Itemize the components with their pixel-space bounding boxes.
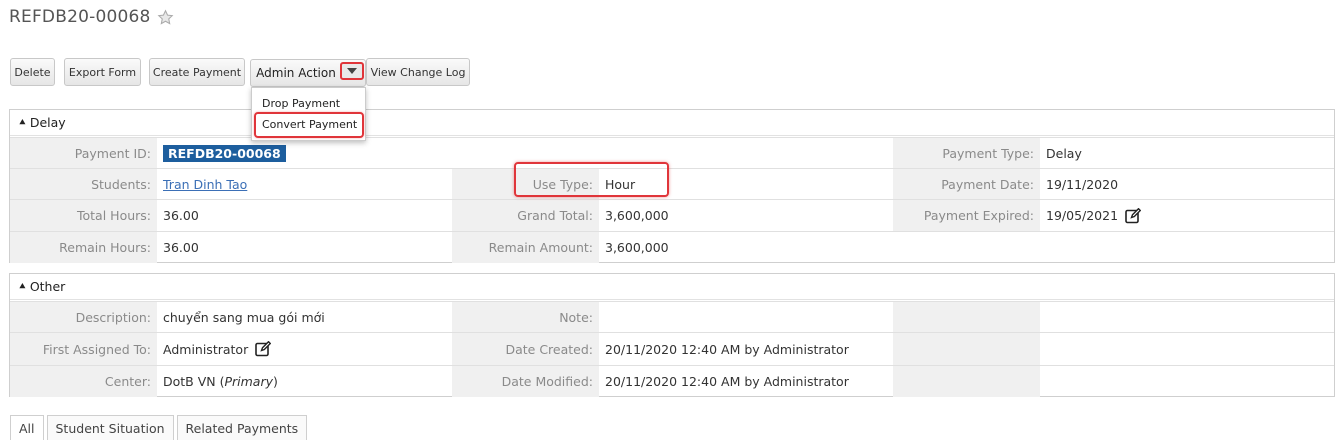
center-cell: DotB VN (Primary)	[163, 374, 278, 389]
empty-label-cell	[893, 333, 1040, 365]
admin-action-button-group: Admin Action	[250, 59, 366, 87]
empty-label-cell	[893, 366, 1040, 397]
grand-total-value: 3,600,000	[605, 208, 669, 223]
tab-all[interactable]: All	[10, 415, 44, 440]
empty-cell	[1040, 333, 1334, 365]
center-label: Center:	[10, 366, 157, 397]
payment-id-value: REFDB20-00068	[163, 144, 286, 162]
detail-row: Total Hours: 36.00 Grand Total: 3,600,00…	[10, 199, 1334, 231]
total-hours-label: Total Hours:	[10, 200, 157, 231]
edit-icon[interactable]	[1125, 207, 1142, 224]
admin-action-menu: Drop Payment Convert Payment	[251, 87, 366, 141]
star-icon[interactable]	[157, 9, 174, 26]
admin-action-button[interactable]: Admin Action	[251, 60, 341, 86]
empty-label-cell	[893, 302, 1040, 332]
create-payment-button[interactable]: Create Payment	[149, 58, 245, 86]
use-type-value: Hour	[605, 176, 636, 192]
empty-cell	[1040, 302, 1334, 332]
view-change-log-button[interactable]: View Change Log	[366, 58, 470, 86]
export-form-button[interactable]: Export Form	[64, 58, 141, 86]
delay-panel-header[interactable]: ⯅ Delay	[10, 110, 1334, 136]
detail-row: Students: Tran Dinh Tao Use Type: Hour P…	[10, 168, 1334, 199]
detail-row: Center: DotB VN (Primary) Date Modified:…	[10, 365, 1334, 397]
use-type-label: Use Type:	[452, 169, 599, 199]
detail-row: Remain Hours: 36.00 Remain Amount: 3,600…	[10, 231, 1334, 263]
detail-row: Payment ID: REFDB20-00068 Payment Type: …	[10, 137, 1334, 168]
other-panel-title: Other	[29, 279, 66, 294]
empty-cell	[599, 138, 893, 168]
delete-button[interactable]: Delete	[10, 58, 55, 86]
first-assigned-label: First Assigned To:	[10, 333, 157, 365]
admin-action-dropdown-toggle[interactable]	[340, 62, 364, 80]
note-label: Note:	[452, 302, 599, 332]
payment-id-label: Payment ID:	[10, 138, 157, 168]
note-value	[599, 302, 893, 332]
students-cell: Tran Dinh Tao	[157, 169, 452, 199]
remain-hours-label: Remain Hours:	[10, 232, 157, 263]
empty-cell	[452, 138, 599, 168]
detail-row: First Assigned To: Administrator Date Cr…	[10, 332, 1334, 365]
payment-expired-value: 19/05/2021	[1046, 208, 1119, 223]
tab-student-situation[interactable]: Student Situation	[46, 415, 174, 440]
record-header: REFDB20-00068	[9, 7, 174, 27]
payment-date-value: 19/11/2020	[1046, 176, 1119, 192]
payment-expired-label: Payment Expired:	[893, 200, 1040, 231]
remain-hours-value: 36.00	[163, 240, 199, 255]
other-panel-header[interactable]: ⯅ Other	[10, 274, 1334, 300]
caret-down-icon	[347, 68, 357, 74]
payment-type-label: Payment Type:	[893, 138, 1040, 168]
center-role: Primary	[224, 374, 274, 389]
payment-date-label: Payment Date:	[893, 169, 1040, 199]
first-assigned-value: Administrator	[163, 341, 249, 357]
record-title: REFDB20-00068	[9, 7, 151, 27]
payment-expired-cell: 19/05/2021	[1040, 200, 1334, 231]
empty-cell	[893, 232, 1334, 263]
description-value: chuyển sang mua gói mới	[163, 309, 325, 325]
empty-cell	[1040, 366, 1334, 397]
menu-item-convert-payment[interactable]: Convert Payment	[262, 118, 357, 131]
payment-type-value: Delay	[1046, 145, 1082, 161]
menu-item-drop-payment[interactable]: Drop Payment	[262, 97, 340, 110]
date-created-label: Date Created:	[452, 333, 599, 365]
remain-amount-value: 3,600,000	[605, 240, 669, 255]
total-hours-value: 36.00	[163, 208, 199, 223]
other-panel: ⯅ Other Description: chuyển sang mua gói…	[9, 273, 1335, 397]
detail-row: Description: chuyển sang mua gói mới Not…	[10, 301, 1334, 332]
center-value: DotB VN	[163, 374, 216, 389]
delay-panel-title: Delay	[29, 115, 66, 130]
students-label: Students:	[10, 169, 157, 199]
chevron-up-double-icon: ⯅	[18, 115, 27, 129]
chevron-up-double-icon: ⯅	[18, 279, 27, 293]
first-assigned-cell: Administrator	[157, 333, 452, 365]
date-modified-value: 20/11/2020 12:40 AM by Administrator	[605, 374, 849, 389]
date-created-value: 20/11/2020 12:40 AM by Administrator	[605, 341, 849, 357]
payment-id-cell: REFDB20-00068	[157, 138, 452, 168]
tab-related-payments[interactable]: Related Payments	[176, 415, 308, 440]
grand-total-label: Grand Total:	[452, 200, 599, 231]
student-link[interactable]: Tran Dinh Tao	[163, 177, 247, 192]
subpanel-tabs: All Student Situation Related Payments	[10, 415, 310, 440]
delay-panel: ⯅ Delay Payment ID: REFDB20-00068 Paymen…	[9, 109, 1335, 263]
edit-icon[interactable]	[255, 340, 272, 357]
description-label: Description:	[10, 302, 157, 332]
date-modified-label: Date Modified:	[452, 366, 599, 397]
remain-amount-label: Remain Amount:	[452, 232, 599, 263]
